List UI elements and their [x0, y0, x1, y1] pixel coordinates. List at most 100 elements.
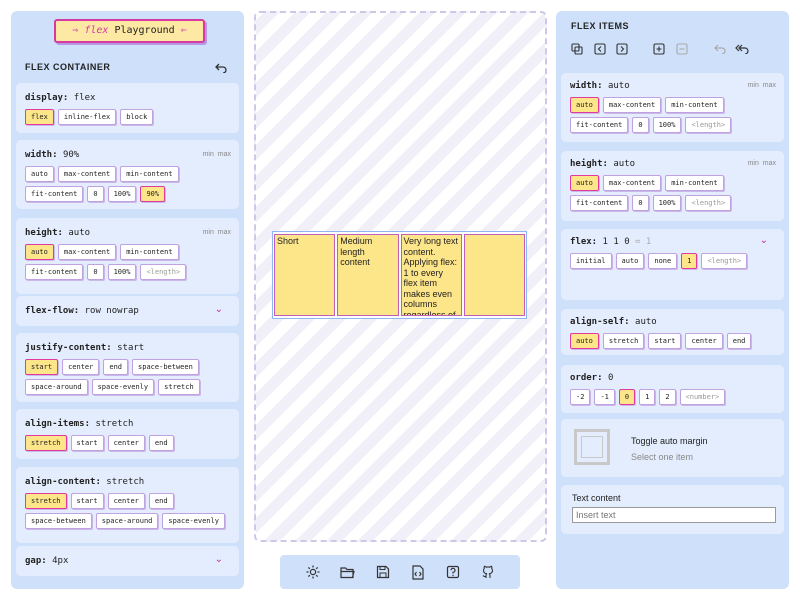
option-auto-button[interactable]: auto: [570, 175, 599, 191]
option-100-button[interactable]: 100%: [107, 264, 137, 280]
option-max-content-button[interactable]: max-content: [57, 166, 117, 182]
option-none-button[interactable]: none: [648, 253, 678, 269]
option-fit-content-button[interactable]: fit-content: [570, 117, 629, 133]
flex-item[interactable]: Medium length content: [337, 234, 399, 316]
option-number-button[interactable]: <number>: [679, 389, 726, 405]
folder-icon[interactable]: [339, 564, 356, 581]
option-stretch-button[interactable]: stretch: [602, 333, 645, 349]
option-1-button[interactable]: 1: [681, 253, 698, 269]
option-start-button[interactable]: start: [648, 333, 682, 349]
option-space-around-button[interactable]: space-around: [95, 513, 159, 529]
option-length-button[interactable]: <length>: [140, 264, 187, 280]
option-auto-button[interactable]: auto: [570, 333, 599, 349]
option-length-button[interactable]: <length>: [685, 195, 732, 211]
option-center-button[interactable]: center: [685, 333, 723, 349]
option-stretch-button[interactable]: stretch: [158, 379, 200, 395]
option-end-button[interactable]: end: [726, 333, 752, 349]
sun-icon[interactable]: [304, 564, 321, 581]
option-min-content-button[interactable]: min-content: [665, 97, 724, 113]
option-space-evenly-button[interactable]: space-evenly: [162, 513, 225, 529]
option-auto-button[interactable]: auto: [570, 97, 599, 113]
max-toggle[interactable]: max: [763, 160, 776, 167]
option-center-button[interactable]: center: [107, 493, 145, 509]
min-toggle[interactable]: min: [748, 160, 759, 167]
option-end-button[interactable]: end: [148, 435, 174, 451]
option-100-button[interactable]: 100%: [652, 195, 682, 211]
github-icon[interactable]: [479, 564, 496, 581]
option-max-content-button[interactable]: max-content: [57, 244, 117, 260]
option-0-button[interactable]: 0: [632, 195, 649, 211]
flex-flow-card[interactable]: flex-flow: row nowrap ⌄: [16, 296, 239, 326]
option-center-button[interactable]: center: [62, 359, 100, 375]
option-0-button[interactable]: 0: [87, 264, 104, 280]
max-toggle[interactable]: max: [218, 151, 231, 158]
help-icon[interactable]: [444, 564, 461, 581]
option-space-evenly-button[interactable]: space-evenly: [91, 379, 155, 395]
option-center-button[interactable]: center: [107, 435, 145, 451]
flex-container-preview[interactable]: Short Medium length content Very long te…: [272, 231, 527, 319]
option-inline-flex-button[interactable]: inline-flex: [57, 109, 117, 125]
option-start-button[interactable]: start: [25, 359, 59, 375]
flex-container-panel: ⇒ flex Playground ⇐ FLEX CONTAINER displ…: [11, 11, 244, 589]
option-0-button[interactable]: 0: [87, 186, 104, 202]
option-max-content-button[interactable]: max-content: [602, 97, 662, 113]
option-min-content-button[interactable]: min-content: [665, 175, 724, 191]
next-item-icon[interactable]: [615, 42, 629, 56]
remove-item-icon[interactable]: [675, 42, 689, 56]
option-1-button[interactable]: -1: [594, 389, 615, 405]
option-min-content-button[interactable]: min-content: [120, 166, 179, 182]
undo-all-icon[interactable]: [735, 42, 749, 56]
option-initial-button[interactable]: initial: [570, 253, 612, 269]
option-stretch-button[interactable]: stretch: [25, 493, 67, 509]
min-toggle[interactable]: min: [203, 229, 214, 236]
flex-item[interactable]: [463, 234, 525, 316]
previous-item-icon[interactable]: [593, 42, 607, 56]
option-block-button[interactable]: block: [120, 109, 154, 125]
option-fit-content-button[interactable]: fit-content: [25, 264, 84, 280]
option-length-button[interactable]: <length>: [685, 117, 732, 133]
option-auto-button[interactable]: auto: [25, 166, 54, 182]
option-100-button[interactable]: 100%: [107, 186, 137, 202]
option-space-between-button[interactable]: space-between: [25, 513, 92, 529]
option-end-button[interactable]: end: [148, 493, 174, 509]
copy-icon[interactable]: [570, 42, 584, 56]
option-2-button[interactable]: 2: [659, 389, 676, 405]
flex-item[interactable]: Short: [274, 234, 336, 316]
option-0-button[interactable]: 0: [618, 389, 636, 405]
option-start-button[interactable]: start: [70, 435, 104, 451]
max-toggle[interactable]: max: [763, 82, 776, 89]
option-space-around-button[interactable]: space-around: [25, 379, 88, 395]
max-toggle[interactable]: max: [218, 229, 231, 236]
undo-icon[interactable]: [713, 42, 727, 56]
option-2-button[interactable]: -2: [570, 389, 591, 405]
option-end-button[interactable]: end: [103, 359, 129, 375]
option-0-button[interactable]: 0: [632, 117, 649, 133]
option-auto-button[interactable]: auto: [25, 244, 54, 260]
option-auto-button[interactable]: auto: [615, 253, 645, 269]
option-1-button[interactable]: 1: [639, 389, 656, 405]
chevron-down-icon[interactable]: ⌄: [215, 554, 223, 565]
option-min-content-button[interactable]: min-content: [120, 244, 179, 260]
auto-margin-icon[interactable]: [574, 429, 610, 465]
option-stretch-button[interactable]: stretch: [25, 435, 67, 451]
option-length-button[interactable]: <length>: [701, 253, 748, 269]
option-start-button[interactable]: start: [70, 493, 104, 509]
code-file-icon[interactable]: [409, 564, 426, 581]
chevron-down-icon[interactable]: ⌄: [760, 235, 768, 246]
option-100-button[interactable]: 100%: [652, 117, 682, 133]
option-flex-button[interactable]: flex: [25, 109, 54, 125]
min-toggle[interactable]: min: [748, 82, 759, 89]
undo-icon[interactable]: [214, 61, 228, 75]
text-content-input[interactable]: [572, 507, 776, 523]
option-max-content-button[interactable]: max-content: [602, 175, 662, 191]
option-space-between-button[interactable]: space-between: [132, 359, 199, 375]
option-fit-content-button[interactable]: fit-content: [570, 195, 629, 211]
save-icon[interactable]: [374, 564, 391, 581]
flex-item[interactable]: Very long text content. Applying flex: 1…: [400, 234, 462, 316]
chevron-down-icon[interactable]: ⌄: [215, 304, 223, 315]
gap-card[interactable]: gap: 4px ⌄: [16, 546, 239, 576]
option-fit-content-button[interactable]: fit-content: [25, 186, 84, 202]
add-item-icon[interactable]: [652, 42, 666, 56]
min-toggle[interactable]: min: [203, 151, 214, 158]
option-90-button[interactable]: 90%: [140, 186, 166, 202]
